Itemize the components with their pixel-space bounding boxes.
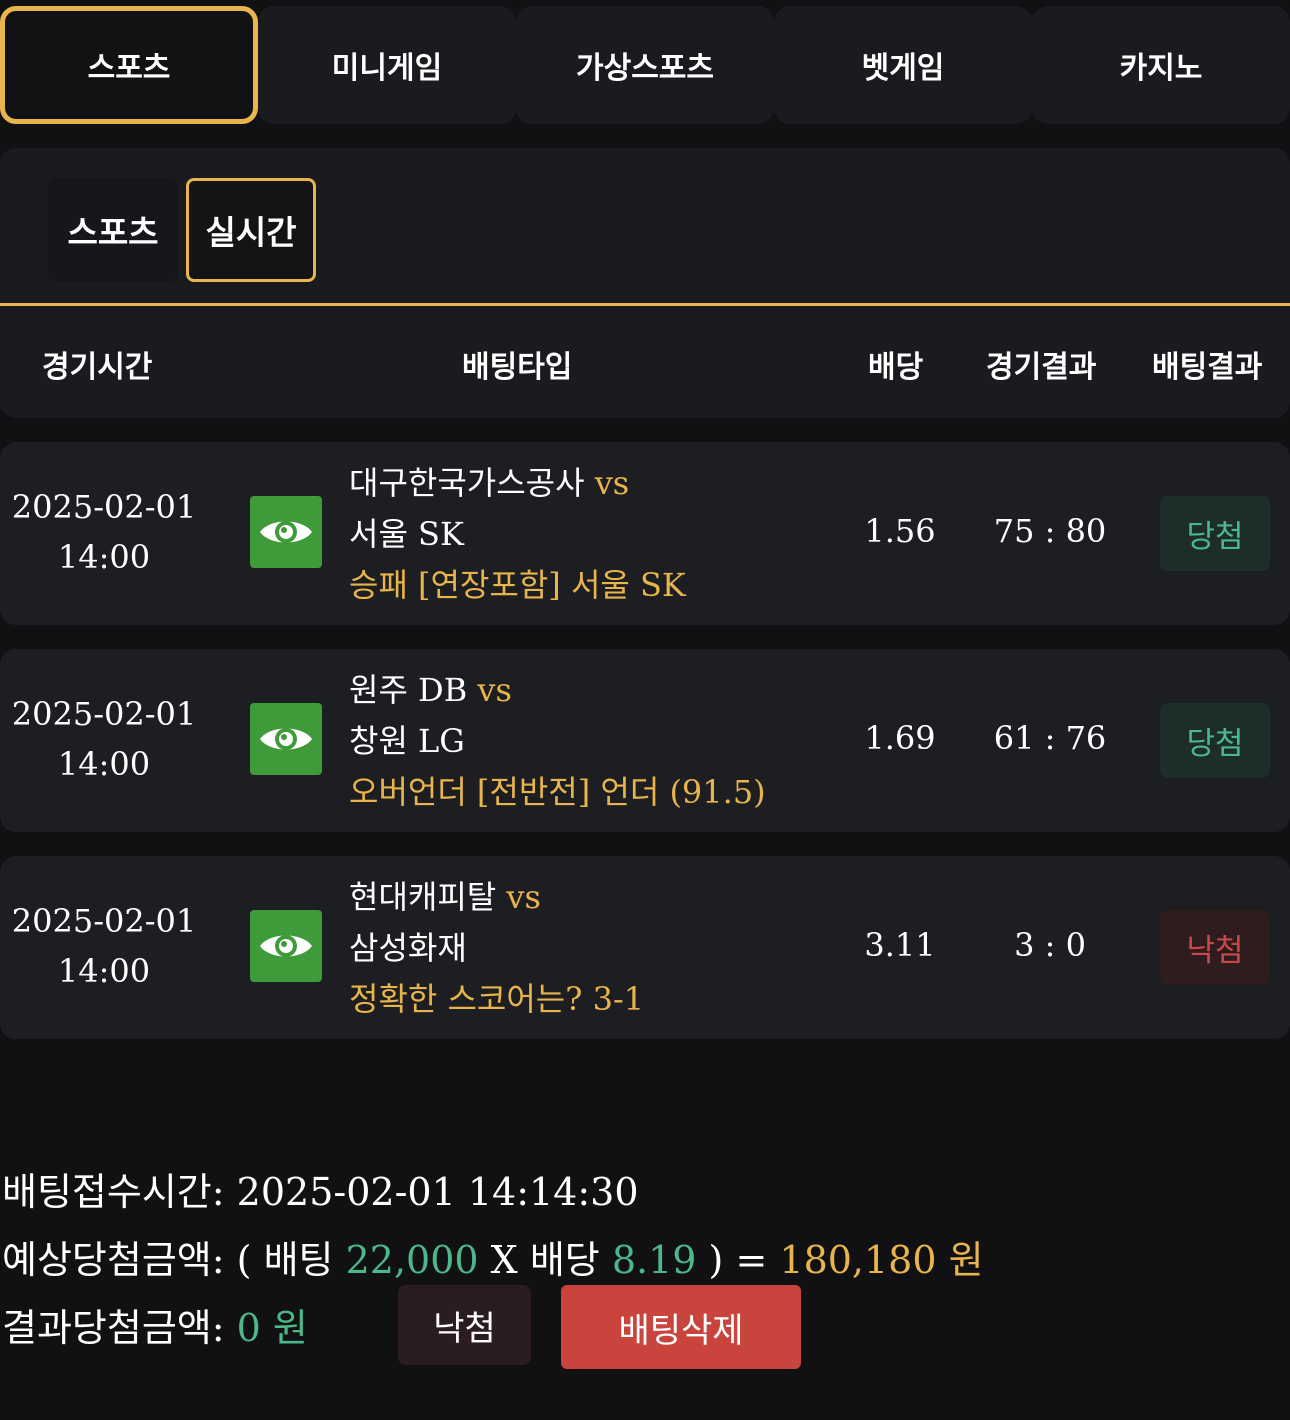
game-date: 2025-02-01 — [11, 902, 197, 940]
bet-history-page: 스포츠 미니게임 가상스포츠 벳게임 카지노 스포츠 실시간 경기시간 배팅타입… — [0, 0, 1290, 1420]
game-score: 61 : 76 — [993, 719, 1107, 757]
view-game-button[interactable] — [250, 703, 322, 775]
home-team: 원주 DB — [349, 671, 468, 709]
bet-time-value: 2025-02-01 14:14:30 — [236, 1170, 639, 1214]
tab-casino[interactable]: 카지노 — [1032, 6, 1290, 124]
result-amount: 0 원 — [236, 1306, 308, 1350]
eye-icon — [260, 935, 312, 957]
match-info: 대구한국가스공사 vs 서울 SK 승패 [연장포함] 서울 SK — [349, 458, 686, 611]
tab-minigame[interactable]: 미니게임 — [258, 6, 516, 124]
result-badge-win: 당첨 — [1160, 496, 1270, 571]
close-equals: ) = — [708, 1238, 768, 1282]
header-game-result: 경기결과 — [986, 350, 1097, 385]
header-bet-type: 배팅타입 — [462, 350, 573, 385]
tab-sports[interactable]: 스포츠 — [0, 6, 258, 124]
tab-virtual-sports[interactable]: 가상스포츠 — [516, 6, 774, 124]
tab-bet-game[interactable]: 벳게임 — [774, 6, 1032, 124]
result-badge-win: 당첨 — [1160, 703, 1270, 778]
header-time: 경기시간 — [42, 350, 153, 385]
vs-label: vs — [594, 464, 630, 502]
view-game-button[interactable] — [250, 496, 322, 568]
bet-time-line: 배팅접수시간: 2025-02-01 14:14:30 — [2, 1161, 639, 1216]
game-time: 14:00 — [57, 745, 151, 783]
game-time: 14:00 — [57, 538, 151, 576]
status-lose-button[interactable]: 낙첨 — [398, 1285, 531, 1365]
game-time: 14:00 — [57, 952, 151, 990]
total-odds: 8.19 — [611, 1238, 697, 1282]
odds-value: 3.11 — [864, 926, 936, 964]
bet-time-label: 배팅접수시간: — [2, 1170, 225, 1214]
expected-label: 예상당첨금액: — [2, 1238, 225, 1282]
game-date: 2025-02-01 — [11, 488, 197, 526]
view-game-button[interactable] — [250, 910, 322, 982]
odds-value: 1.56 — [864, 512, 936, 550]
subtab-live[interactable]: 실시간 — [186, 178, 316, 282]
vs-label: vs — [506, 878, 541, 916]
eye-icon — [260, 728, 312, 750]
away-team: 삼성화재 — [349, 929, 467, 967]
expected-win-line: 예상당첨금액: ( 배팅 22,000 X 배당 8.19 ) = 180,18… — [2, 1229, 984, 1284]
game-score: 75 : 80 — [993, 512, 1107, 550]
odds-word: 배당 — [529, 1238, 600, 1282]
match-info: 현대캐피탈 vs 삼성화재 정확한 스코어는? 3-1 — [349, 872, 644, 1025]
game-score: 3 : 0 — [1014, 926, 1086, 964]
bet-word: 배팅 — [263, 1238, 334, 1282]
subtab-sports[interactable]: 스포츠 — [48, 178, 178, 282]
table-row: 2025-02-01 14:00 현대캐피탈 vs 삼성화재 정확한 스코어는?… — [0, 856, 1290, 1039]
away-team: 창원 LG — [349, 722, 465, 760]
category-tabs: 스포츠 미니게임 가상스포츠 벳게임 카지노 — [0, 6, 1290, 124]
header-odds: 배당 — [868, 350, 924, 385]
home-team: 대구한국가스공사 — [349, 464, 585, 502]
bet-pick: 정확한 스코어는? 3-1 — [349, 980, 645, 1018]
sub-tab-panel: 스포츠 실시간 — [0, 148, 1290, 303]
header-bet-result: 배팅결과 — [1152, 350, 1263, 385]
home-team: 현대캐피탈 — [349, 878, 497, 916]
bet-pick: 오버언더 [전반전] 언더 (91.5) — [349, 773, 766, 811]
result-win-line: 결과당첨금액: 0 원 — [2, 1297, 308, 1352]
game-date: 2025-02-01 — [11, 695, 197, 733]
eye-icon — [260, 521, 312, 543]
away-team: 서울 SK — [349, 515, 464, 553]
bet-pick: 승패 [연장포함] 서울 SK — [349, 566, 686, 604]
multiply-sign: X — [490, 1238, 518, 1282]
odds-value: 1.69 — [864, 719, 936, 757]
open-paren: ( — [236, 1238, 252, 1282]
expected-amount: 180,180 원 — [779, 1238, 984, 1282]
bet-amount: 22,000 — [345, 1238, 479, 1282]
table-header: 경기시간 배팅타입 배당 경기결과 배팅결과 — [0, 306, 1290, 418]
match-info: 원주 DB vs 창원 LG 오버언더 [전반전] 언더 (91.5) — [349, 665, 766, 818]
vs-label: vs — [477, 671, 512, 709]
table-row: 2025-02-01 14:00 대구한국가스공사 vs 서울 SK 승패 [연… — [0, 442, 1290, 625]
delete-bet-button[interactable]: 배팅삭제 — [561, 1285, 801, 1369]
result-label: 결과당첨금액: — [2, 1306, 225, 1350]
result-badge-lose: 낙첨 — [1160, 910, 1270, 985]
table-row: 2025-02-01 14:00 원주 DB vs 창원 LG 오버언더 [전반… — [0, 649, 1290, 832]
